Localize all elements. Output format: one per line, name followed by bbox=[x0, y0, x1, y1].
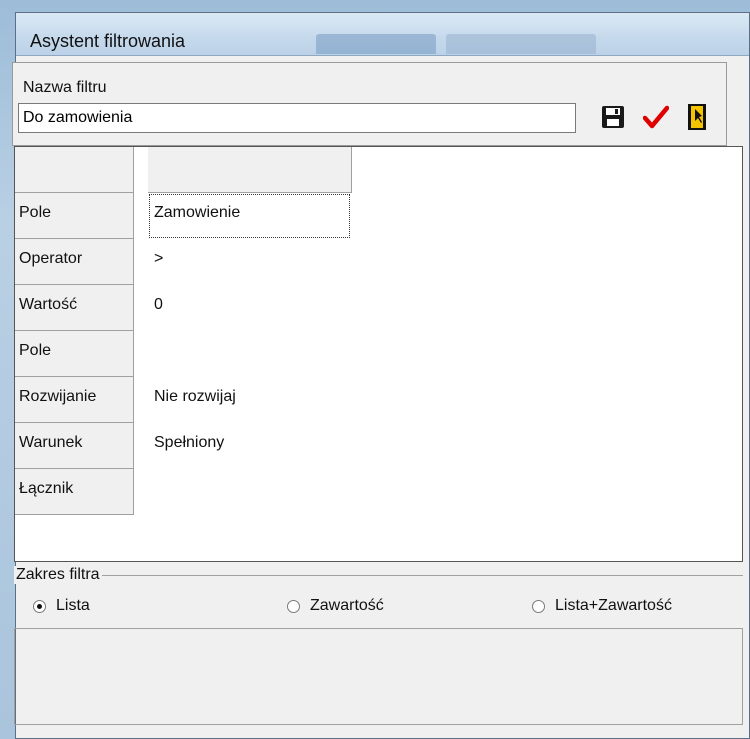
window-title: Asystent filtrowania bbox=[30, 31, 186, 51]
radio-lista-label: Lista bbox=[56, 597, 90, 614]
filter-conditions-grid[interactable]: Pole Zamowienie Operator > Wartość 0 Pol… bbox=[14, 146, 743, 562]
background-tab bbox=[316, 34, 436, 54]
radio-lista-zawartosc[interactable]: Lista+Zawartość bbox=[532, 597, 672, 615]
row-header-warunek[interactable]: Warunek bbox=[15, 423, 134, 469]
background-tab bbox=[446, 34, 596, 54]
radio-zawartosc[interactable]: Zawartość bbox=[287, 597, 384, 615]
radio-unselected-icon bbox=[532, 599, 545, 613]
cell-lacznik-value[interactable] bbox=[148, 469, 154, 526]
title-bar[interactable]: Asystent filtrowania bbox=[16, 13, 749, 56]
radio-lista[interactable]: Lista bbox=[33, 597, 90, 615]
cell-focus-rectangle bbox=[149, 194, 350, 238]
filter-scope-title: Zakres filtra bbox=[14, 566, 102, 584]
filter-name-label: Nazwa filtru bbox=[23, 79, 107, 96]
grid-column-header[interactable] bbox=[148, 147, 352, 193]
radio-lista-zawartosc-label: Lista+Zawartość bbox=[555, 597, 672, 614]
row-header-pole-2[interactable]: Pole bbox=[15, 331, 134, 377]
checkmark-icon[interactable] bbox=[642, 105, 670, 134]
row-header-wartosc[interactable]: Wartość bbox=[15, 285, 134, 331]
row-header-operator[interactable]: Operator bbox=[15, 239, 134, 285]
grid-corner-cell bbox=[15, 147, 134, 193]
row-header-rozwijanie[interactable]: Rozwijanie bbox=[15, 377, 134, 423]
bottom-panel bbox=[14, 629, 743, 725]
cell-warunek-value[interactable]: Spełniony bbox=[148, 423, 224, 480]
radio-selected-icon bbox=[33, 599, 46, 613]
row-header-pole[interactable]: Pole bbox=[15, 193, 134, 239]
filter-name-input[interactable] bbox=[18, 103, 576, 133]
door-exit-icon[interactable] bbox=[686, 103, 708, 136]
radio-unselected-icon bbox=[287, 599, 300, 613]
floppy-disk-icon[interactable] bbox=[601, 105, 625, 134]
row-header-lacznik[interactable]: Łącznik bbox=[15, 469, 134, 515]
radio-zawartosc-label: Zawartość bbox=[310, 597, 384, 614]
